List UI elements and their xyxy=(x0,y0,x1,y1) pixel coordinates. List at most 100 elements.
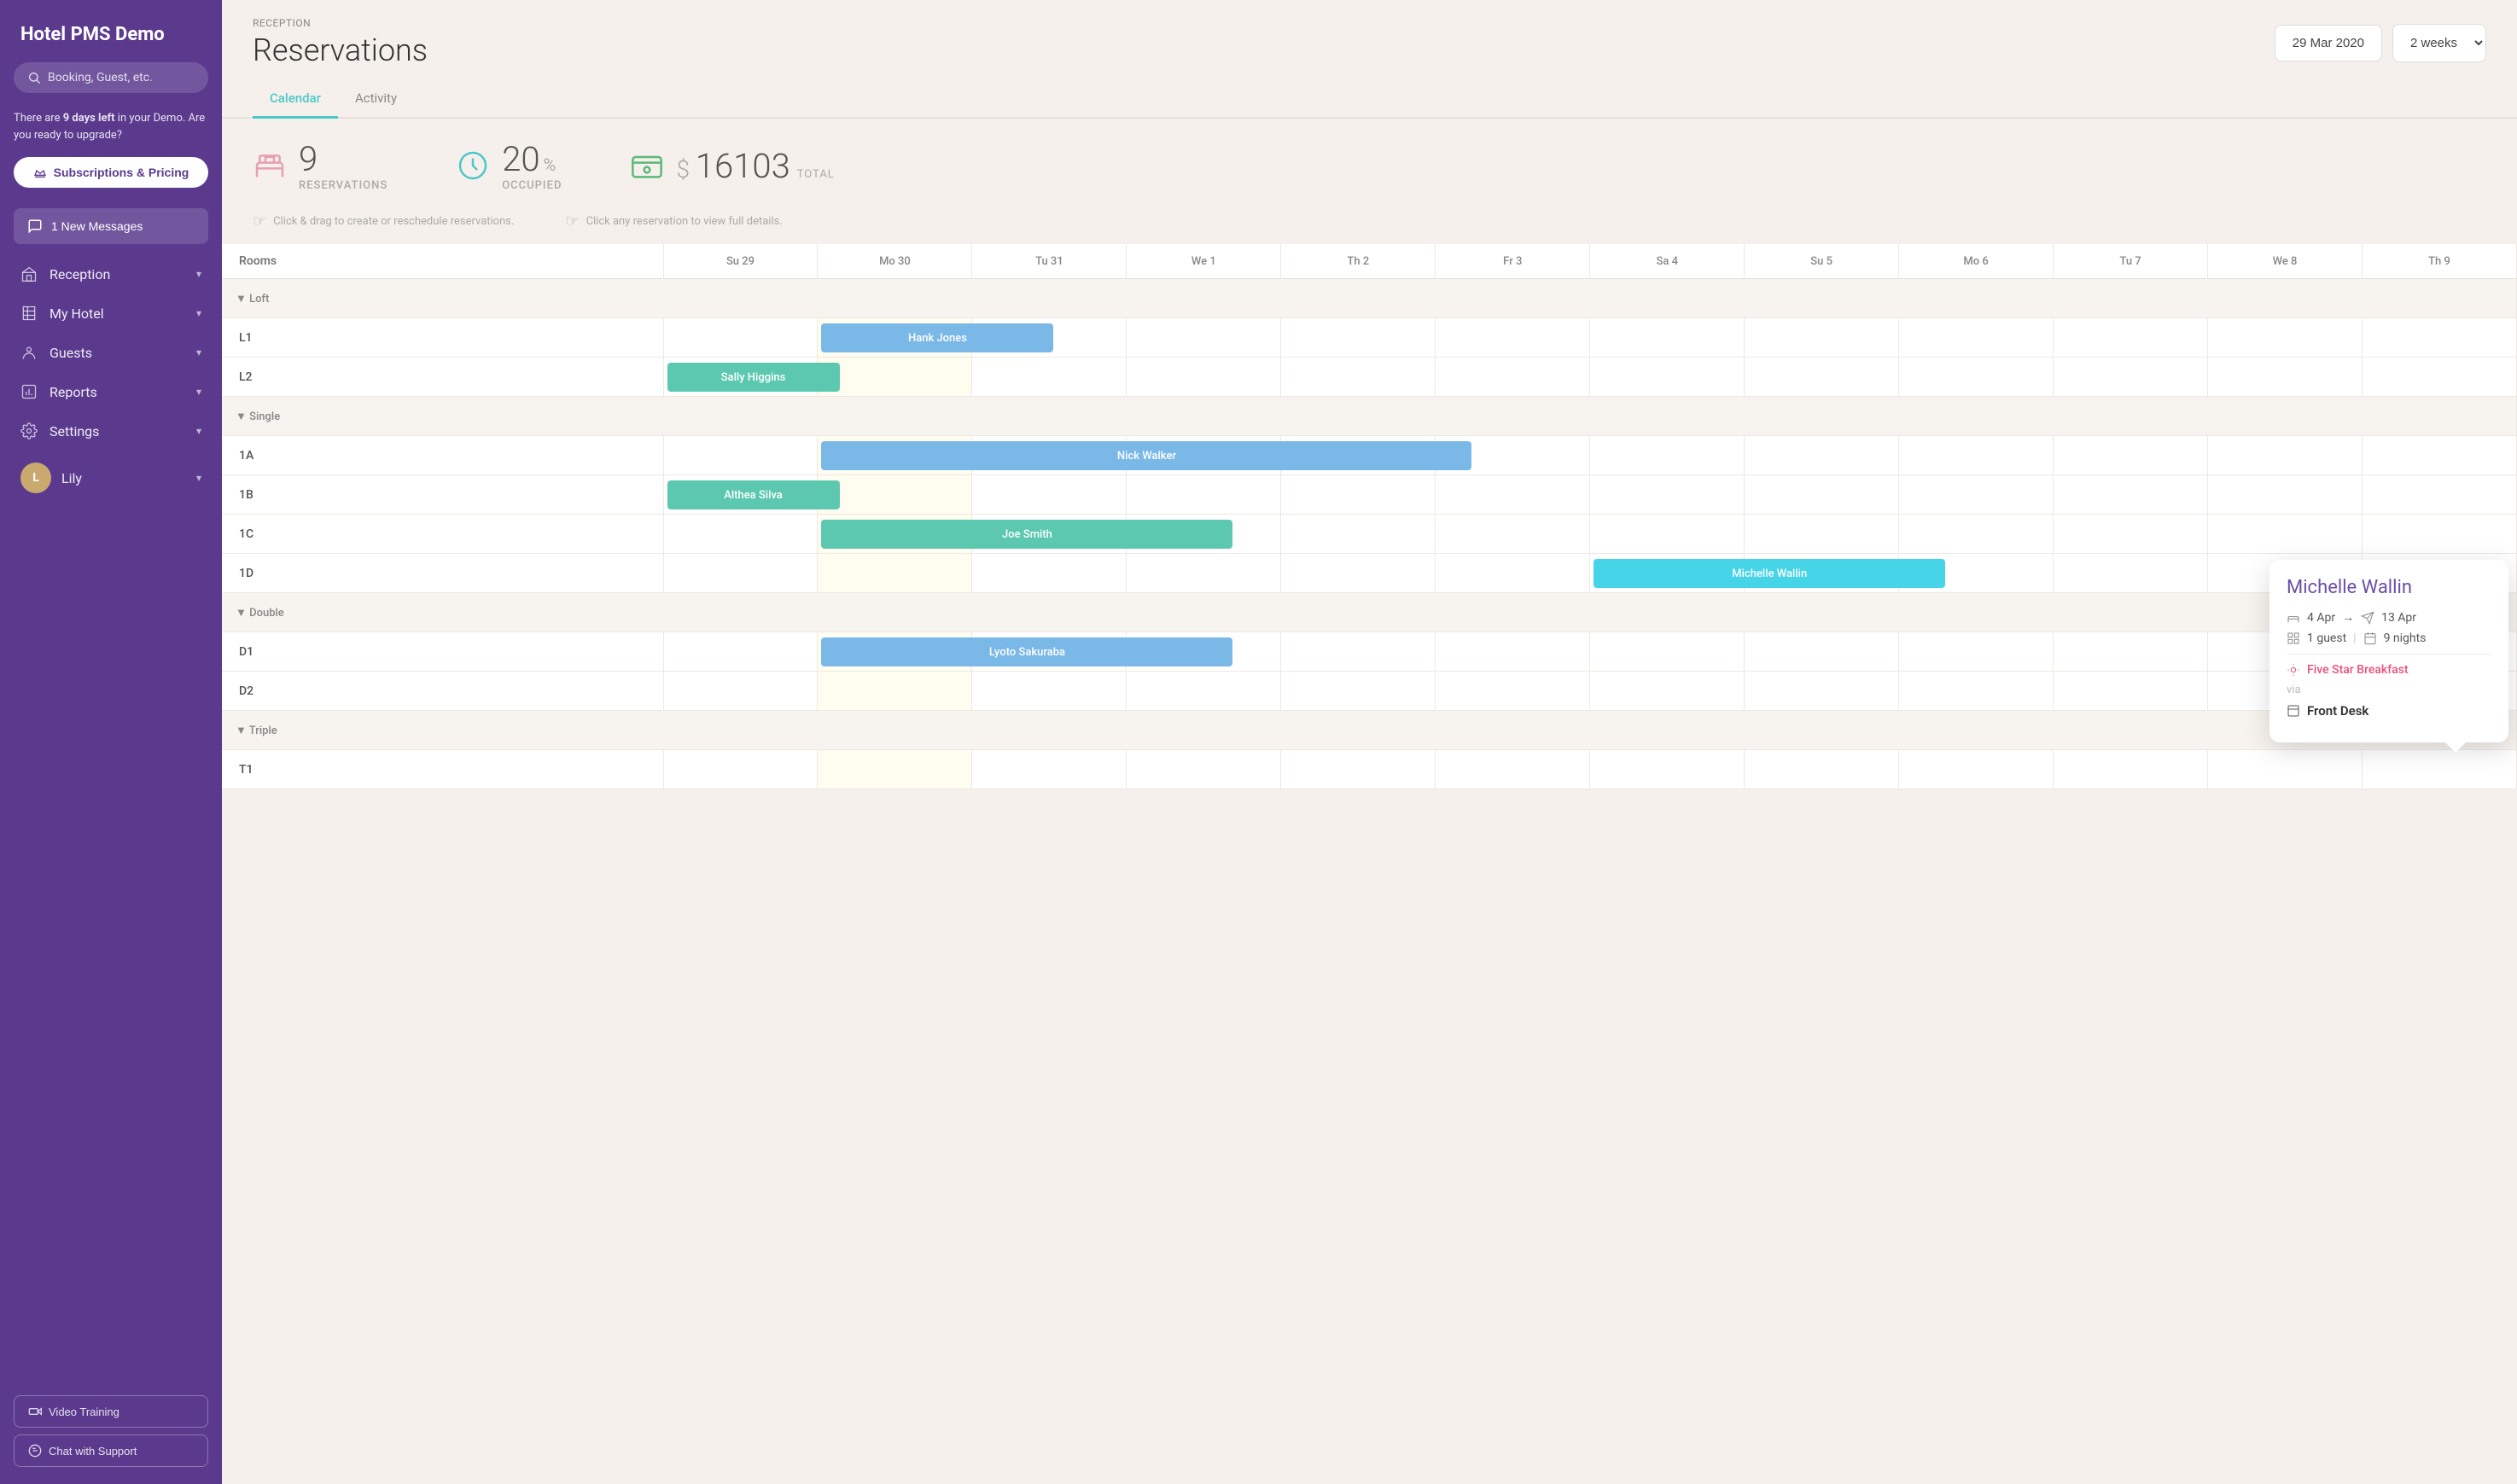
reservation-bar[interactable]: Nick Walker xyxy=(821,441,1471,470)
cell-0-0-10[interactable] xyxy=(2208,318,2363,358)
reservation-bar[interactable]: Joe Smith xyxy=(821,520,1232,549)
cell-3-0-1[interactable] xyxy=(818,750,972,789)
cell-0-0-8[interactable] xyxy=(1899,318,2054,358)
cell-0-1-9[interactable] xyxy=(2054,358,2208,397)
cell-0-1-8[interactable] xyxy=(1899,358,2054,397)
cell-1-3-1[interactable] xyxy=(818,554,972,593)
cell-1-2-0[interactable] xyxy=(663,515,818,554)
cell-3-0-5[interactable] xyxy=(1436,750,1590,789)
cell-1-0-10[interactable] xyxy=(2208,436,2363,475)
cell-0-0-7[interactable] xyxy=(1745,318,1899,358)
cell-0-1-2[interactable] xyxy=(972,358,1127,397)
reservation-bar[interactable]: Lyoto Sakuraba xyxy=(821,637,1232,666)
cell-0-1-5[interactable] xyxy=(1436,358,1590,397)
cell-1-0-8[interactable] xyxy=(1899,436,2054,475)
cell-3-0-3[interactable] xyxy=(1127,750,1281,789)
cell-0-1-4[interactable] xyxy=(1281,358,1436,397)
cell-2-0-6[interactable] xyxy=(1590,632,1745,672)
cell-3-0-2[interactable] xyxy=(972,750,1127,789)
cell-0-1-6[interactable] xyxy=(1590,358,1745,397)
messages-button[interactable]: 1 New Messages xyxy=(14,208,208,244)
calendar-container[interactable]: Rooms Su 29 Mo 30 Tu 31 We 1 Th 2 Fr 3 S… xyxy=(222,244,2517,1484)
cell-1-2-8[interactable] xyxy=(1899,515,2054,554)
cell-2-0-5[interactable] xyxy=(1436,632,1590,672)
chat-support-button[interactable]: Chat with Support xyxy=(14,1435,208,1467)
cell-1-1-2[interactable] xyxy=(972,475,1127,515)
reservation-bar[interactable]: Sally Higgins xyxy=(667,363,840,392)
cell-0-1-10[interactable] xyxy=(2208,358,2363,397)
cell-1-2-10[interactable] xyxy=(2208,515,2363,554)
cell-2-1-2[interactable] xyxy=(972,672,1127,711)
user-menu[interactable]: L Lily ▾ xyxy=(0,454,222,502)
search-bar[interactable]: Booking, Guest, etc. xyxy=(14,62,208,93)
cell-2-0-9[interactable] xyxy=(2054,632,2208,672)
upgrade-button[interactable]: Subscriptions & Pricing xyxy=(14,157,208,188)
cell-2-1-5[interactable] xyxy=(1436,672,1590,711)
cell-1-1-3[interactable] xyxy=(1127,475,1281,515)
cell-0-0-1[interactable]: Hank Jones xyxy=(818,318,972,358)
sidebar-item-reports[interactable]: Reports ▾ xyxy=(0,372,222,411)
cell-3-0-11[interactable] xyxy=(2363,750,2517,789)
cell-0-1-0[interactable]: Sally Higgins xyxy=(663,358,818,397)
cell-2-1-8[interactable] xyxy=(1899,672,2054,711)
cell-0-0-3[interactable] xyxy=(1127,318,1281,358)
cell-1-1-5[interactable] xyxy=(1436,475,1590,515)
cell-1-1-4[interactable] xyxy=(1281,475,1436,515)
tab-calendar[interactable]: Calendar xyxy=(253,82,338,119)
cell-0-0-11[interactable] xyxy=(2363,318,2517,358)
cell-1-2-5[interactable] xyxy=(1436,515,1590,554)
cell-3-0-8[interactable] xyxy=(1899,750,2054,789)
cell-1-0-1[interactable]: Nick Walker xyxy=(818,436,972,475)
cell-1-3-2[interactable] xyxy=(972,554,1127,593)
cell-1-0-0[interactable] xyxy=(663,436,818,475)
reservation-bar[interactable]: Hank Jones xyxy=(821,323,1053,352)
cell-2-1-4[interactable] xyxy=(1281,672,1436,711)
cell-0-1-11[interactable] xyxy=(2363,358,2517,397)
cell-0-0-0[interactable] xyxy=(663,318,818,358)
cell-0-1-7[interactable] xyxy=(1745,358,1899,397)
cell-1-3-5[interactable] xyxy=(1436,554,1590,593)
cell-1-1-9[interactable] xyxy=(2054,475,2208,515)
sidebar-item-myhotel[interactable]: My Hotel ▾ xyxy=(0,294,222,333)
cell-0-0-5[interactable] xyxy=(1436,318,1590,358)
cell-3-0-0[interactable] xyxy=(663,750,818,789)
sidebar-item-settings[interactable]: Settings ▾ xyxy=(0,411,222,451)
date-picker-button[interactable]: 29 Mar 2020 xyxy=(2275,25,2382,61)
cell-2-0-8[interactable] xyxy=(1899,632,2054,672)
cell-2-1-3[interactable] xyxy=(1127,672,1281,711)
sidebar-item-guests[interactable]: Guests ▾ xyxy=(0,333,222,372)
cell-0-1-3[interactable] xyxy=(1127,358,1281,397)
tab-activity[interactable]: Activity xyxy=(338,82,414,119)
cell-1-2-4[interactable] xyxy=(1281,515,1436,554)
cell-2-0-4[interactable] xyxy=(1281,632,1436,672)
cell-3-0-9[interactable] xyxy=(2054,750,2208,789)
cell-1-3-3[interactable] xyxy=(1127,554,1281,593)
cell-2-0-0[interactable] xyxy=(663,632,818,672)
cell-1-1-0[interactable]: Althea Silva xyxy=(663,475,818,515)
cell-1-0-9[interactable] xyxy=(2054,436,2208,475)
cell-1-1-6[interactable] xyxy=(1590,475,1745,515)
cell-1-2-9[interactable] xyxy=(2054,515,2208,554)
cell-0-0-4[interactable] xyxy=(1281,318,1436,358)
cell-0-0-6[interactable] xyxy=(1590,318,1745,358)
video-training-button[interactable]: Video Training xyxy=(14,1395,208,1428)
reservation-bar[interactable]: Althea Silva xyxy=(667,480,840,509)
cell-1-3-9[interactable] xyxy=(2054,554,2208,593)
cell-2-1-1[interactable] xyxy=(818,672,972,711)
cell-3-0-4[interactable] xyxy=(1281,750,1436,789)
cell-2-1-0[interactable] xyxy=(663,672,818,711)
cell-1-2-7[interactable] xyxy=(1745,515,1899,554)
cell-1-1-1[interactable] xyxy=(818,475,972,515)
cell-2-0-7[interactable] xyxy=(1745,632,1899,672)
cell-3-0-7[interactable] xyxy=(1745,750,1899,789)
reservation-bar[interactable]: Michelle Wallin xyxy=(1594,559,1945,588)
cell-2-1-6[interactable] xyxy=(1590,672,1745,711)
cell-1-1-7[interactable] xyxy=(1745,475,1899,515)
cell-1-2-11[interactable] xyxy=(2363,515,2517,554)
cell-1-1-11[interactable] xyxy=(2363,475,2517,515)
cell-1-3-4[interactable] xyxy=(1281,554,1436,593)
cell-2-1-7[interactable] xyxy=(1745,672,1899,711)
cell-1-2-6[interactable] xyxy=(1590,515,1745,554)
cell-0-1-1[interactable] xyxy=(818,358,972,397)
cell-0-0-9[interactable] xyxy=(2054,318,2208,358)
